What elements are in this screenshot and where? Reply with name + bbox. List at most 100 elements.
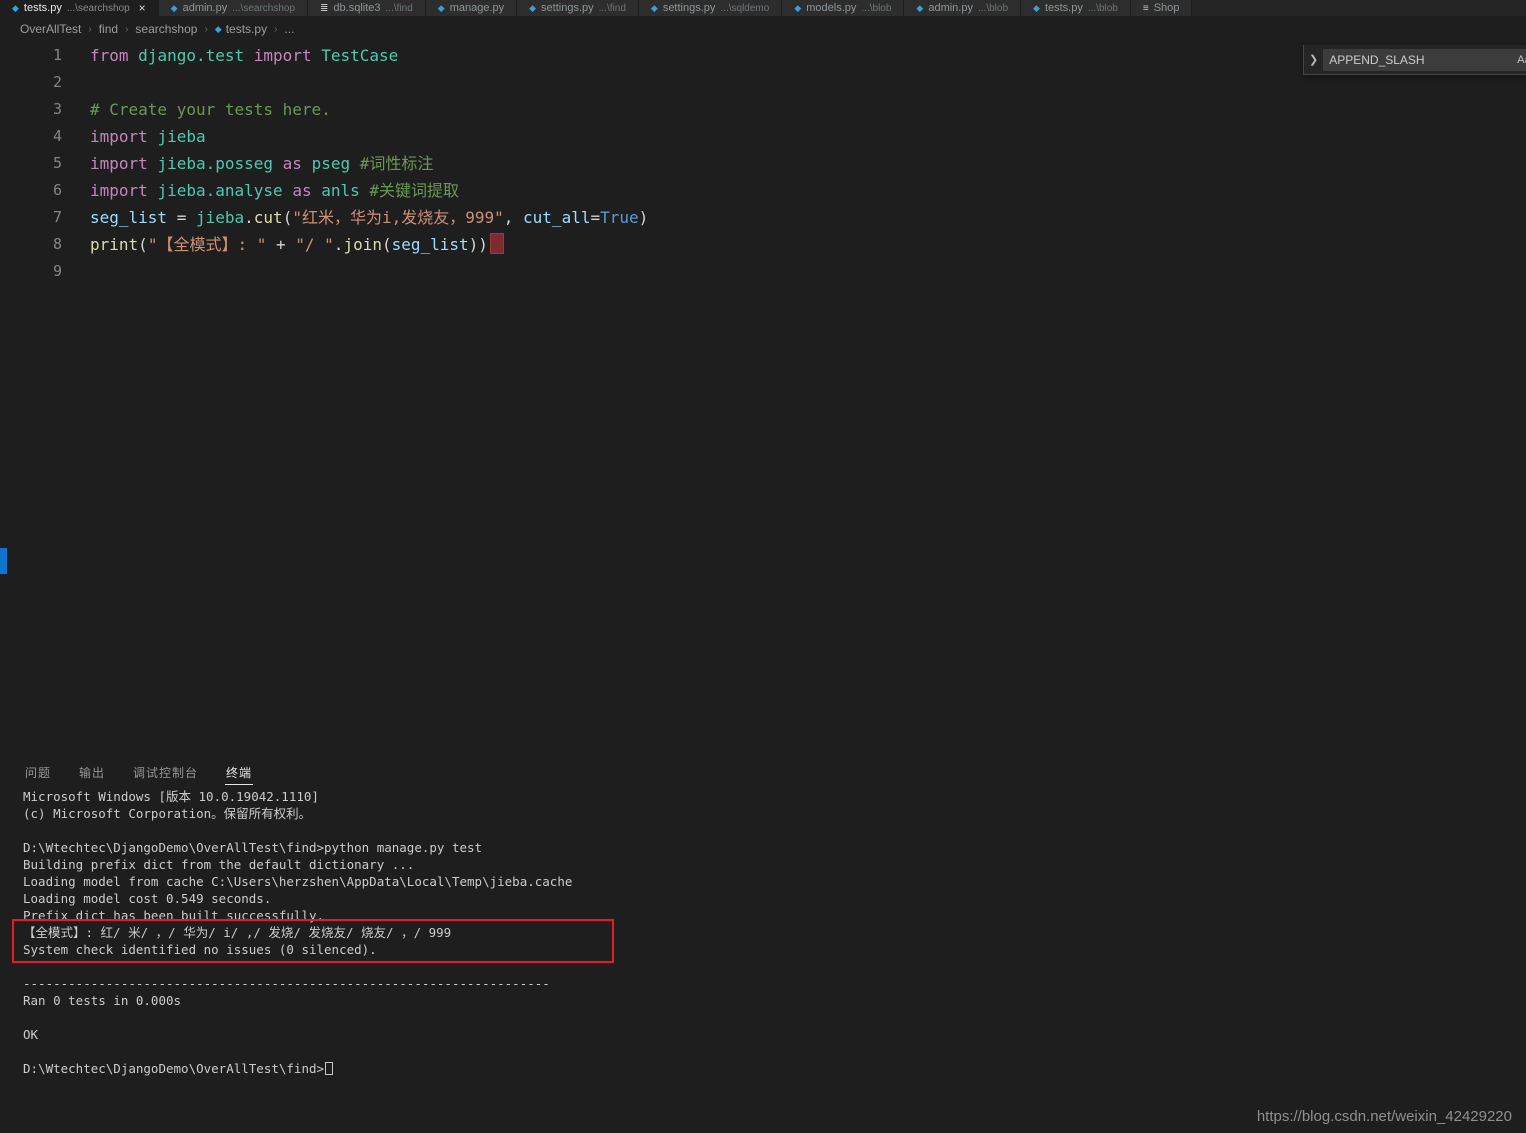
token: pseg	[312, 154, 351, 173]
tab-path-hint: ...\sqldemo	[720, 3, 769, 14]
tab-settings.py[interactable]: ◆settings.py...\sqldemo	[639, 0, 782, 16]
tab-label: admin.py	[928, 2, 973, 14]
token: (	[283, 208, 293, 227]
code-line: 1from django.test import TestCase	[0, 42, 1526, 69]
tab-label: settings.py	[541, 2, 594, 14]
chevron-right-icon: ›	[204, 24, 207, 35]
close-icon[interactable]: ×	[139, 1, 146, 15]
tab-admin.py[interactable]: ◆admin.py...\searchshop	[159, 0, 308, 16]
terminal-line	[0, 1009, 1526, 1026]
chevron-right-icon: ›	[88, 24, 91, 35]
terminal-line: D:\Wtechtec\DjangoDemo\OverAllTest\find>	[0, 1060, 1526, 1077]
tab-tests.py[interactable]: ◆tests.py...\blob	[1021, 0, 1131, 16]
token: cut	[254, 208, 283, 227]
code-line: 7seg_list = jieba.cut("红米，华为i,发烧友，999", …	[0, 204, 1526, 231]
token: .	[244, 208, 254, 227]
token	[148, 127, 158, 146]
code-line: 9	[0, 258, 1526, 285]
find-replace-toggle-icon[interactable]: ❯	[1309, 53, 1318, 66]
terminal-line: Loading model from cache C:\Users\herzsh…	[0, 873, 1526, 890]
terminal-line: ----------------------------------------…	[0, 975, 1526, 992]
line-number: 3	[0, 96, 62, 123]
watermark: https://blog.csdn.net/weixin_42429220	[1257, 1108, 1512, 1125]
token	[312, 46, 322, 65]
terminal-line: System check identified no issues (0 sil…	[0, 941, 1526, 958]
tab-label: settings.py	[663, 2, 716, 14]
terminal[interactable]: Microsoft Windows [版本 10.0.19042.1110](c…	[0, 788, 1526, 1077]
panel-tab-problems[interactable]: 问题	[24, 762, 52, 784]
tab-Shop[interactable]: ≡Shop	[1131, 0, 1193, 16]
terminal-line: Loading model cost 0.549 seconds.	[0, 890, 1526, 907]
tab-label: manage.py	[450, 2, 504, 14]
breadcrumb-label: find	[99, 22, 118, 36]
database-file-icon: ≣	[320, 3, 328, 14]
line-number: 8	[0, 231, 62, 258]
panel-tab-debug-console[interactable]: 调试控制台	[132, 762, 199, 784]
code-text: import jieba.posseg as pseg #词性标注	[62, 150, 433, 177]
find-input[interactable]: APPEND_SLASH Aa ab	[1323, 49, 1526, 71]
tab-path-hint: ...\blob	[861, 3, 891, 14]
token: +	[266, 235, 295, 254]
terminal-line	[0, 1043, 1526, 1060]
code-text	[62, 69, 90, 96]
token: (	[138, 235, 148, 254]
terminal-line: Ran 0 tests in 0.000s	[0, 992, 1526, 1009]
tab-admin.py[interactable]: ◆admin.py...\blob	[904, 0, 1021, 16]
code-text: print("【全模式】: " + "/ ".join(seg_list))	[62, 231, 504, 258]
code-line: 8print("【全模式】: " + "/ ".join(seg_list))	[0, 231, 1526, 258]
code-line: 5import jieba.posseg as pseg #词性标注	[0, 150, 1526, 177]
terminal-line: Microsoft Windows [版本 10.0.19042.1110]	[0, 788, 1526, 805]
token: ,	[504, 208, 523, 227]
token: print	[90, 235, 138, 254]
tab-path-hint: ...\blob	[1088, 3, 1118, 14]
breadcrumb-item-tests.py[interactable]: ◆tests.py	[215, 22, 267, 36]
token: seg_list	[90, 208, 167, 227]
tab-tests.py[interactable]: ◆tests.py...\searchshop×	[0, 0, 159, 16]
tab-manage.py[interactable]: ◆ manage.py	[426, 0, 517, 16]
terminal-line: D:\Wtechtec\DjangoDemo\OverAllTest\find>…	[0, 839, 1526, 856]
token	[312, 181, 322, 200]
line-number: 4	[0, 123, 62, 150]
token: import	[90, 181, 148, 200]
token	[302, 154, 312, 173]
python-file-icon: ◆	[529, 3, 536, 14]
panel-tab-terminal[interactable]: 终端	[225, 762, 253, 785]
terminal-line: (c) Microsoft Corporation。保留所有权利。	[0, 805, 1526, 822]
token: as	[292, 181, 311, 200]
token: =	[590, 208, 600, 227]
token: # Create your tests here.	[90, 100, 331, 119]
breadcrumb-item-find[interactable]: find	[99, 22, 118, 36]
match-case-icon[interactable]: Aa	[1517, 54, 1526, 66]
token: (	[382, 235, 392, 254]
token: .	[334, 235, 344, 254]
line-number: 5	[0, 150, 62, 177]
python-file-icon: ◆	[12, 3, 19, 14]
tab-settings.py[interactable]: ◆settings.py...\find	[517, 0, 639, 16]
token: seg_list	[392, 235, 469, 254]
token: cut_all	[523, 208, 590, 227]
editor-lines: 1from django.test import TestCase23 # Cre…	[0, 42, 1526, 285]
panel-tab-output[interactable]: 输出	[78, 762, 106, 784]
terminal-line: Prefix dict has been built successfully.	[0, 907, 1526, 924]
token: "/ "	[295, 235, 334, 254]
chevron-right-icon: ›	[274, 24, 277, 35]
tab-path-hint: ...\find	[386, 3, 413, 14]
line-number: 1	[0, 42, 62, 69]
vscode-window: ◆tests.py...\searchshop×◆admin.py...\sea…	[0, 0, 1526, 1133]
token: import	[90, 154, 148, 173]
code-text: seg_list = jieba.cut("红米，华为i,发烧友，999", c…	[62, 204, 648, 231]
line-number: 2	[0, 69, 62, 96]
tab-db.sqlite3[interactable]: ≣db.sqlite3...\find	[308, 0, 426, 16]
chevron-right-icon: ›	[125, 24, 128, 35]
breadcrumb-item-OverAllTest[interactable]: OverAllTest	[20, 22, 81, 36]
code-line: 4import jieba	[0, 123, 1526, 150]
python-file-icon: ◆	[438, 3, 445, 14]
breadcrumb-item-...[interactable]: ...	[284, 22, 294, 36]
breadcrumb-item-searchshop[interactable]: searchshop	[135, 22, 197, 36]
code-editor[interactable]: 1from django.test import TestCase23 # Cre…	[0, 42, 1526, 758]
tab-path-hint: ...\searchshop	[232, 3, 295, 14]
tab-models.py[interactable]: ◆models.py...\blob	[782, 0, 904, 16]
token: jieba	[157, 127, 205, 146]
bottom-panel: 问题 输出 调试控制台 终端 Microsoft Windows [版本 10.0.1…	[0, 758, 1526, 1133]
python-file-icon: ◆	[171, 3, 178, 14]
